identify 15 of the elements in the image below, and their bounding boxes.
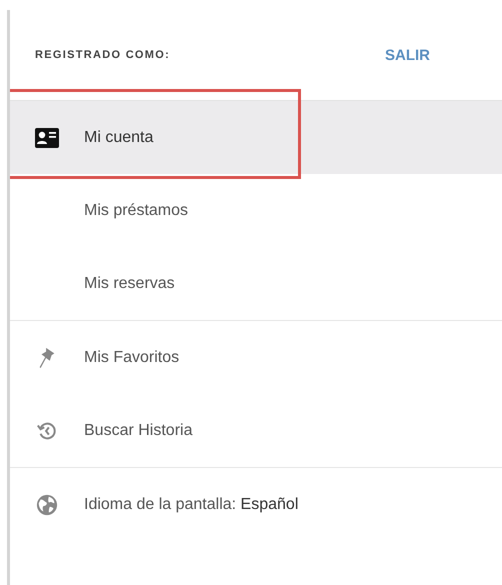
menu-item[interactable]: Mi cuenta [10,101,502,174]
menu-item[interactable]: Mis préstamos [10,174,502,247]
menu-item-label: Mis Favoritos [84,348,180,366]
menu-item-label: Mis reservas [84,274,175,292]
menu-item-label: Mis préstamos [84,202,188,220]
menu-item[interactable]: Idioma de la pantalla: Español [10,468,502,541]
menu-item[interactable]: Mis Favoritos [10,321,502,394]
menu-item-label: Idioma de la pantalla: Español [84,496,298,514]
id-card-icon [35,128,59,148]
menu-item-label: Buscar Historia [84,422,192,440]
menu-item[interactable]: Buscar Historia [10,394,502,467]
registered-as-label: REGISTRADO COMO: [35,49,172,61]
menu-item-label: Mi cuenta [84,128,154,146]
globe-icon [35,494,59,516]
menu-item[interactable]: Mis reservas [10,247,502,320]
